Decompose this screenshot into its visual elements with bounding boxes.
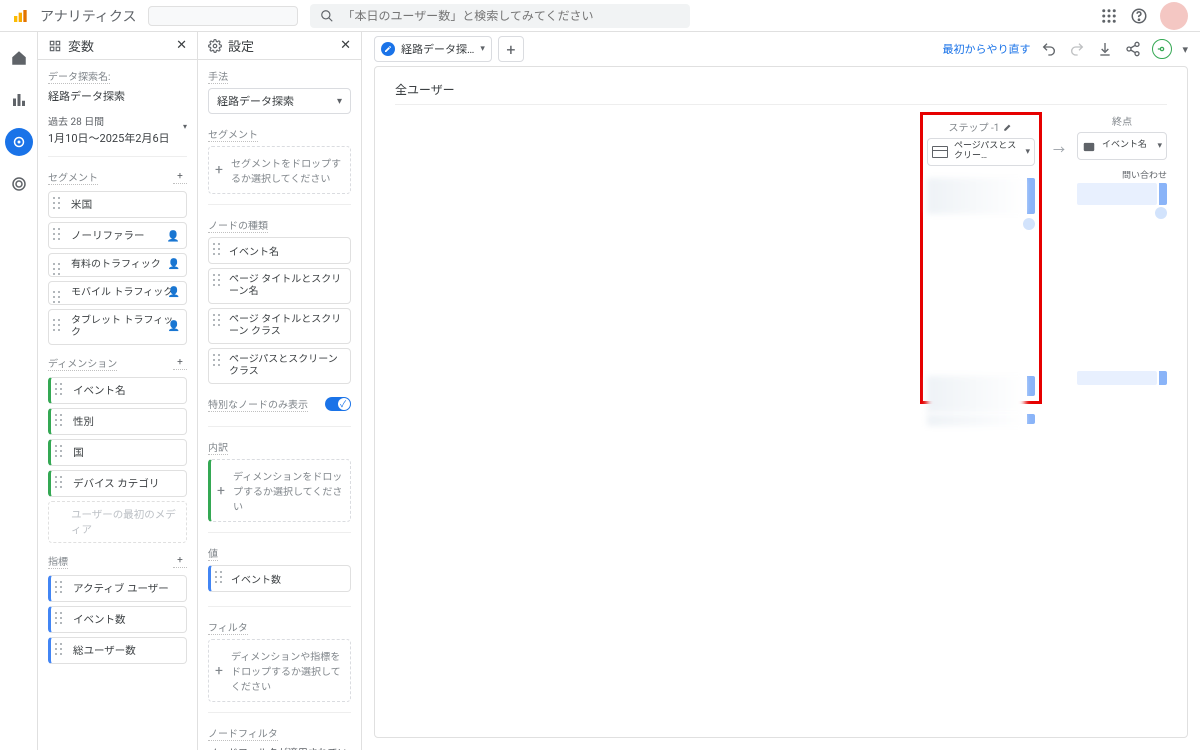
path-node[interactable] (927, 178, 1035, 214)
date-range-picker[interactable]: 過去 28 日間 1月10日～2025年2月6日 (48, 116, 187, 146)
node-filter-label: ノードフィルタ (208, 725, 278, 741)
add-dimension-button[interactable]: + (173, 356, 187, 370)
segment-chip[interactable]: モバイル トラフィック👤 (48, 281, 187, 305)
reset-exploration-link[interactable]: 最初からやり直す (942, 41, 1030, 57)
dimensions-heading: ディメンション (48, 355, 117, 371)
metric-chip[interactable]: イベント数 (48, 606, 187, 633)
filter-dropzone[interactable]: +ディメンションや指標をドロップするか選択してください (208, 639, 351, 702)
segment-label: セグメント (208, 126, 258, 142)
metrics-heading: 指標 (48, 553, 68, 569)
exploration-name-label: データ探索名: (48, 68, 110, 84)
collapse-settings-icon[interactable]: ✕ (340, 38, 351, 53)
breakdown-label: 内訳 (208, 439, 228, 455)
data-quality-icon[interactable] (1152, 39, 1172, 59)
dimension-chip[interactable]: イベント名 (48, 377, 187, 404)
app-title: アナリティクス (40, 6, 136, 26)
left-nav-rail (0, 32, 38, 750)
segment-chip[interactable]: 有料のトラフィック👤 (48, 253, 187, 277)
segment-dropzone[interactable]: +セグメントをドロップするか選択してください (208, 146, 351, 194)
path-node[interactable] (927, 376, 1035, 412)
path-node[interactable] (927, 414, 1035, 426)
endpoint-node-label: 問い合わせ (1077, 168, 1167, 181)
endpoint-label: 終点 (1112, 113, 1132, 128)
path-node[interactable] (1077, 183, 1167, 205)
nav-reports[interactable] (5, 86, 33, 114)
nav-advertising[interactable] (5, 170, 33, 198)
download-icon[interactable] (1096, 40, 1114, 58)
values-label: 値 (208, 545, 218, 561)
node-type-chip[interactable]: イベント名 (208, 237, 351, 264)
node-type-label: ノードの種類 (208, 217, 268, 233)
exploration-name-value[interactable]: 経路データ探索 (48, 88, 187, 104)
add-metric-button[interactable]: + (173, 554, 187, 568)
search-icon (320, 9, 334, 23)
path-node[interactable] (1077, 371, 1167, 385)
settings-title: 設定 (228, 36, 254, 55)
chevron-down-icon[interactable]: ▾ (1182, 43, 1188, 56)
search-input[interactable] (342, 9, 680, 23)
node-type-chip[interactable]: ページパスとスクリーン クラス (208, 348, 351, 384)
variables-pane: 変数 ✕ データ探索名: 経路データ探索 過去 28 日間 1月10日～2025… (38, 32, 198, 750)
technique-label: 手法 (208, 68, 228, 84)
step-1-dimension-select[interactable]: ページパスとスクリー… (927, 138, 1035, 166)
metric-chip[interactable]: アクティブ ユーザー (48, 575, 187, 602)
filter-label: フィルタ (208, 619, 248, 635)
user-segment-icon: 👤 (168, 287, 180, 299)
add-segment-button[interactable]: + (173, 170, 187, 184)
dimension-chip[interactable]: 国 (48, 439, 187, 466)
variables-icon (48, 39, 62, 53)
topbar: アナリティクス (0, 0, 1200, 32)
edit-step-icon[interactable] (1003, 122, 1013, 132)
all-users-label: 全ユーザー (395, 81, 1167, 105)
flow-arrow-icon: → (1053, 113, 1065, 158)
step-1-label: ステップ -1 (949, 119, 1000, 134)
settings-icon (208, 39, 222, 53)
variables-title: 変数 (68, 36, 94, 55)
special-nodes-toggle[interactable] (325, 397, 351, 411)
node-type-chip[interactable]: ページ タイトルとスクリーン クラス (208, 308, 351, 344)
user-segment-icon: 👤 (167, 229, 180, 242)
segments-heading: セグメント (48, 169, 98, 185)
account-avatar[interactable] (1160, 2, 1188, 30)
canvas: 経路データ探… + 最初からやり直す ▾ 全ユーザー ス (362, 32, 1200, 750)
collapse-variables-icon[interactable]: ✕ (176, 38, 187, 53)
global-search[interactable] (310, 4, 690, 28)
user-segment-icon: 👤 (168, 259, 180, 271)
property-selector[interactable] (148, 6, 298, 26)
settings-pane: 設定 ✕ 手法 経路データ探索 セグメント +セグメントをドロップするか選択して… (198, 32, 362, 750)
endpoint-dimension-select[interactable]: イベント名 (1077, 132, 1167, 160)
segment-chip[interactable]: ノーリファラー👤 (48, 222, 187, 249)
undo-icon[interactable] (1040, 40, 1058, 58)
technique-select[interactable]: 経路データ探索 (208, 88, 351, 114)
node-indicator (1155, 207, 1167, 219)
tab-edit-icon (381, 42, 395, 56)
exploration-tab[interactable]: 経路データ探… (374, 36, 492, 62)
analytics-logo-icon (12, 8, 28, 24)
dimension-chip[interactable]: デバイス カテゴリ (48, 470, 187, 497)
dimension-chip-disabled: ユーザーの最初のメディア (48, 501, 187, 543)
page-icon (932, 146, 948, 158)
add-tab-button[interactable]: + (498, 36, 524, 62)
breakdown-dropzone[interactable]: +ディメンションをドロップするか選択してください (208, 459, 351, 522)
help-icon[interactable] (1130, 7, 1148, 25)
dimension-chip[interactable]: 性別 (48, 408, 187, 435)
segment-chip[interactable]: タブレット トラフィック👤 (48, 309, 187, 345)
nav-explore[interactable] (5, 128, 33, 156)
segment-chip[interactable]: 米国 (48, 191, 187, 218)
apps-icon[interactable] (1100, 7, 1118, 25)
metric-chip[interactable]: 総ユーザー数 (48, 637, 187, 664)
event-icon (1082, 140, 1096, 152)
special-nodes-label: 特別なノードのみ表示 (208, 396, 308, 412)
nav-home[interactable] (5, 44, 33, 72)
share-icon[interactable] (1124, 40, 1142, 58)
redo-icon[interactable] (1068, 40, 1086, 58)
values-chip[interactable]: イベント数 (208, 565, 351, 592)
node-type-chip[interactable]: ページ タイトルとスクリーン名 (208, 268, 351, 304)
user-segment-icon: 👤 (168, 321, 180, 333)
node-indicator (1023, 218, 1035, 230)
endpoint-column: 終点 イベント名 問い合わせ (1077, 113, 1167, 385)
step-minus-1-column: ステップ -1 ページパスとスクリー… (921, 113, 1041, 403)
